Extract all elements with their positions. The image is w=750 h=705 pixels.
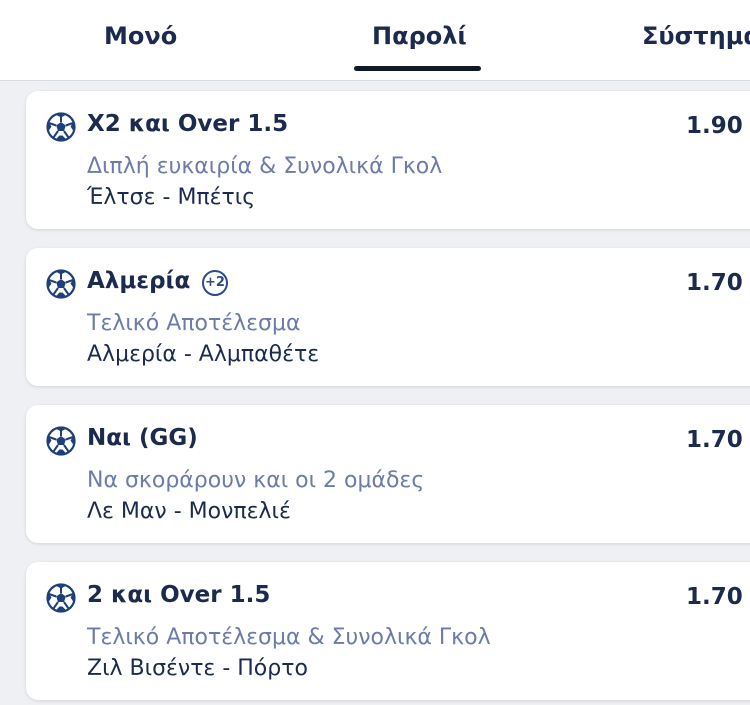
selection-odds: 1.70 [686,270,743,296]
soccer-ball-icon [46,426,76,456]
market-name: Τελικό Αποτέλεσμα & Συνολικά Γκολ [87,625,491,650]
extra-markets-badge[interactable]: +2 [202,270,228,296]
match-name: Ζιλ Βισέντε - Πόρτο [87,656,308,681]
match-name: Έλτσε - Μπέτις [87,185,256,210]
bet-type-tabs: Μονό Παρολί Σύστημα [0,0,750,81]
market-name: Διπλή ευκαιρία & Συνολικά Γκολ [87,154,443,179]
selection-name: Αλμερία [87,268,191,294]
bet-selection-card[interactable]: X2 και Over 1.5 1.90 Διπλή ευκαιρία & Συ… [26,91,750,229]
tab-system[interactable]: Σύστημα [642,22,750,50]
selection-odds: 1.70 [686,427,743,453]
market-name: Τελικό Αποτέλεσμα [87,311,301,336]
selection-odds: 1.90 [686,113,743,139]
match-name: Αλμερία - Αλμπαθέτε [87,342,320,367]
tab-single[interactable]: Μονό [104,22,177,50]
selection-name: 2 και Over 1.5 [87,582,271,608]
selection-name: Ναι (GG) [87,425,198,451]
soccer-ball-icon [46,269,76,299]
bet-selection-card[interactable]: Αλμερία +2 1.70 Τελικό Αποτέλεσμα Αλμερί… [26,248,750,386]
market-name: Να σκοράρουν και οι 2 ομάδες [87,468,425,493]
selection-name: X2 και Over 1.5 [87,111,289,137]
selection-odds: 1.70 [686,584,743,610]
tab-parlay[interactable]: Παρολί [372,22,467,50]
soccer-ball-icon [46,112,76,142]
bet-selection-card[interactable]: 2 και Over 1.5 1.70 Τελικό Αποτέλεσμα & … [26,562,750,700]
soccer-ball-icon [46,583,76,613]
match-name: Λε Μαν - Μονπελιέ [87,499,291,524]
bet-selection-card[interactable]: Ναι (GG) 1.70 Να σκοράρουν και οι 2 ομάδ… [26,405,750,543]
active-tab-indicator [354,66,481,71]
